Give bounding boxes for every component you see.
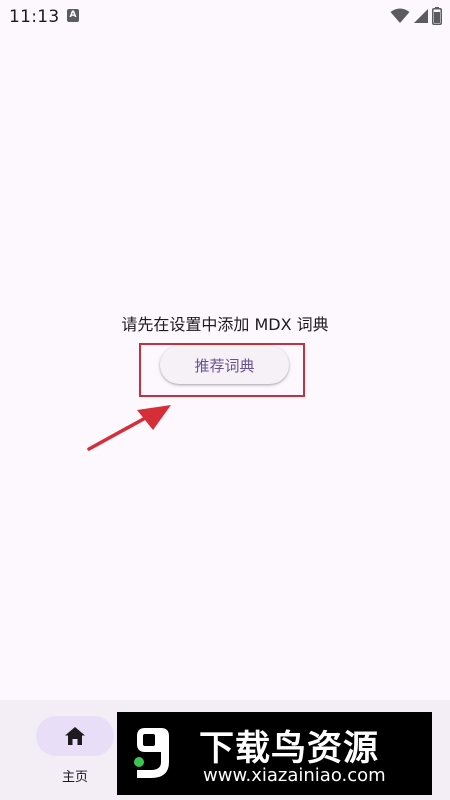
status-bar: 11:13 A [0,0,450,34]
watermark-title: 下载鸟资源 [199,729,380,769]
watermark-banner: 下载鸟资源 www.xiazainiao.com [117,712,432,795]
signal-icon [414,9,428,23]
nav-label-home: 主页 [61,770,88,785]
status-time: 11:13 [9,7,60,27]
home-icon [65,727,85,745]
battery-icon [432,7,442,25]
annotation-arrow [87,405,171,451]
bird-logo-icon [134,728,169,778]
recommend-dictionary-button[interactable]: 推荐词典 [160,346,289,384]
status-icons [390,6,442,26]
nav-active-indicator [36,716,114,756]
watermark-url: www.xiazainiao.com [203,765,386,786]
wifi-icon [390,8,410,23]
empty-dictionary-message: 请先在设置中添加 MDX 词典 [121,315,329,334]
a-box-icon: A [67,9,79,22]
nav-item-home[interactable]: 主页 [30,714,120,785]
